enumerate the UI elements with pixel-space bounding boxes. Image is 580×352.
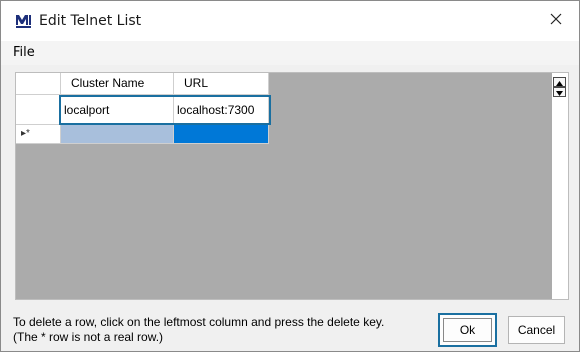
new-row-marker[interactable]: ▸* xyxy=(16,125,61,144)
grid-header-row: Cluster Name URL xyxy=(16,73,269,95)
new-row-cluster-name-cell[interactable] xyxy=(61,125,174,144)
menu-file[interactable]: File xyxy=(9,45,39,60)
column-header-url[interactable]: URL xyxy=(174,73,269,95)
scroll-down-button[interactable] xyxy=(553,87,566,97)
edit-telnet-list-dialog: Edit Telnet List File Cluster Name URL l… xyxy=(0,0,580,352)
title-bar: Edit Telnet List xyxy=(1,1,579,41)
grid-corner-cell[interactable] xyxy=(16,73,61,95)
cell-url[interactable]: localhost:7300 xyxy=(174,95,269,125)
close-button[interactable] xyxy=(533,1,579,41)
cancel-button-label: Cancel xyxy=(517,323,556,337)
column-header-cluster-name[interactable]: Cluster Name xyxy=(61,73,174,95)
app-logo-icon xyxy=(15,13,33,29)
ok-button-face: Ok xyxy=(443,318,492,342)
close-icon xyxy=(550,12,562,30)
window-title: Edit Telnet List xyxy=(39,13,142,29)
ok-button[interactable]: Ok xyxy=(438,313,497,347)
ok-button-label: Ok xyxy=(459,323,476,337)
new-row: ▸* xyxy=(16,125,269,147)
triangle-down-icon xyxy=(556,83,563,101)
help-text-line-2: (The * row is not a real row.) xyxy=(13,330,164,344)
cancel-button[interactable]: Cancel xyxy=(508,316,565,344)
menu-bar: File xyxy=(1,41,579,65)
new-row-url-cell[interactable] xyxy=(174,125,269,144)
row-header-cell[interactable] xyxy=(16,95,61,125)
table-row: localport localhost:7300 xyxy=(16,95,269,125)
grid-body: Cluster Name URL localport localhost:730… xyxy=(16,73,554,299)
help-text-line-1: To delete a row, click on the leftmost c… xyxy=(13,315,385,329)
telnet-grid[interactable]: Cluster Name URL localport localhost:730… xyxy=(15,72,569,300)
cell-cluster-name[interactable]: localport xyxy=(61,95,174,125)
vertical-scrollbar[interactable] xyxy=(552,73,568,299)
